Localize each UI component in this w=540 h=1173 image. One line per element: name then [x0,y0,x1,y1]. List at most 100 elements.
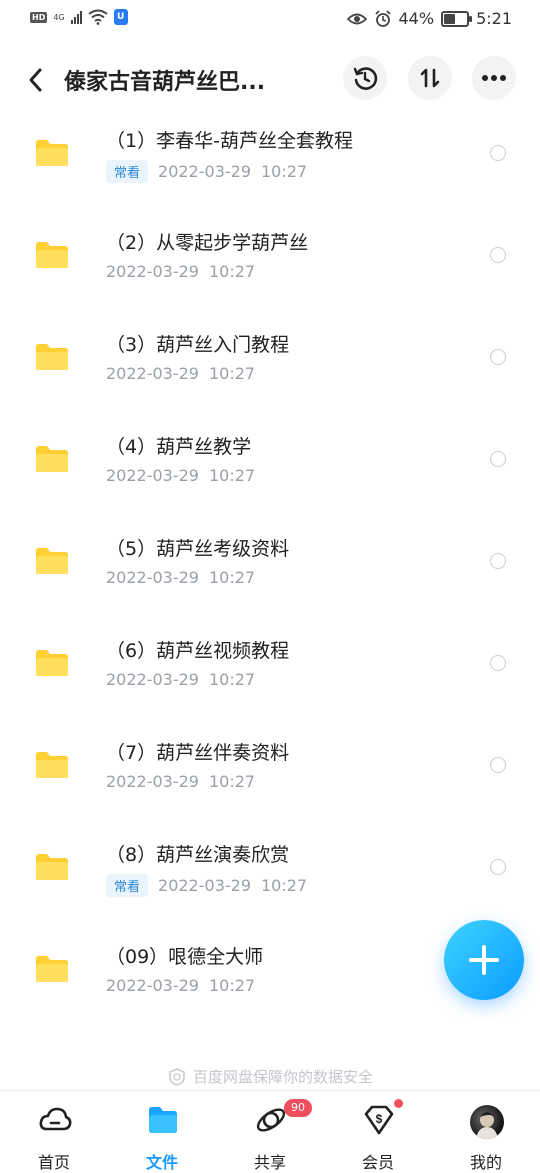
folder-time: 10:27 [208,262,256,281]
folder-time: 10:27 [208,976,256,995]
eye-icon [346,13,367,24]
vpn-shield-icon: U [113,9,128,25]
folder-meta: 2022-03-29 10:27 [106,670,255,689]
folder-row[interactable]: （2）从零起步学葫芦丝 2022-03-29 10:27 [0,220,540,322]
shield-icon [169,1067,185,1086]
folder-time: 10:27 [208,364,256,383]
folder-icon [36,548,68,574]
folder-icon [36,752,68,778]
wifi-icon [88,9,108,25]
vip-notification-dot [394,1099,403,1108]
folder-time: 10:27 [208,772,256,791]
svg-text:$: $ [376,1112,383,1126]
folder-meta: 2022-03-29 10:27 [106,466,255,485]
tab-files-label: 文件 [145,1153,178,1172]
battery-fill [444,13,455,24]
more-button[interactable] [472,56,516,100]
tab-share[interactable]: 90 共享 [216,1091,324,1172]
sort-button[interactable] [408,56,452,100]
folder-row[interactable]: （3）葫芦丝入门教程 2022-03-29 10:27 [0,322,540,424]
page-title: 傣家古音葫芦丝巴... [64,70,266,95]
avatar [470,1105,504,1139]
folder-name: （7）葫芦丝伴奏资料 [106,742,290,764]
alarm-icon [374,9,391,27]
folder-meta: 常看 2022-03-29 10:27 [106,160,307,183]
history-icon [353,67,378,90]
folder-icon [36,956,68,982]
folder-row[interactable]: （7）葫芦丝伴奏资料 2022-03-29 10:27 [0,730,540,832]
share-orbit-icon [256,1108,286,1132]
bottom-tab-bar: 首页 文件 90 共享 $ 会员 我的 [0,1090,540,1172]
folder-name: （5）葫芦丝考级资料 [106,538,290,560]
network-type: 4G [53,12,65,22]
folder-name: （3）葫芦丝入门教程 [106,334,290,356]
back-icon[interactable] [24,66,48,94]
tab-vip[interactable]: $ 会员 [324,1091,432,1172]
folder-time: 10:27 [261,876,308,895]
status-bar: HD 4G U 44% 5:21 [0,0,540,38]
frequent-tag: 常看 [106,160,149,183]
vip-diamond-icon: $ [364,1105,394,1135]
folder-meta: 2022-03-29 10:27 [106,262,255,281]
tab-me[interactable]: 我的 [432,1091,540,1172]
select-checkbox[interactable] [490,757,506,773]
folder-row[interactable]: （1）李春华-葫芦丝全套教程 常看 2022-03-29 10:27 [0,118,540,220]
folder-name: （8）葫芦丝演奏欣赏 [106,844,290,866]
folder-name: （09）哏德全大师 [106,946,264,968]
folder-name: （2）从零起步学葫芦丝 [106,232,309,254]
add-button[interactable] [444,920,524,1000]
folder-date: 2022-03-29 [158,162,251,181]
status-right: 44% 5:21 [346,9,512,28]
folder-row[interactable]: （6）葫芦丝视频教程 2022-03-29 10:27 [0,628,540,730]
signal-icon [70,10,82,24]
folder-name: （1）李春华-葫芦丝全套教程 [106,130,353,152]
tab-files[interactable]: 文件 [108,1091,216,1172]
folder-date: 2022-03-29 [158,876,251,895]
tab-me-label: 我的 [469,1153,502,1172]
tab-home-label: 首页 [37,1153,70,1172]
status-left: HD 4G U [30,9,128,25]
folder-row[interactable]: （5）葫芦丝考级资料 2022-03-29 10:27 [0,526,540,628]
folder-meta: 2022-03-29 10:27 [106,772,255,791]
hd-indicator: HD [30,11,48,23]
select-checkbox[interactable] [490,655,506,671]
security-text: 百度网盘保障你的数据安全 [192,1068,373,1086]
history-button[interactable] [343,56,387,100]
cloud-home-icon [39,1107,72,1131]
select-checkbox[interactable] [490,451,506,467]
header-bar: 傣家古音葫芦丝巴... [0,52,540,108]
share-badge: 90 [284,1099,312,1117]
plus-icon [469,945,499,975]
folder-time: 10:27 [208,670,256,689]
select-checkbox[interactable] [490,349,506,365]
folder-row[interactable]: （4）葫芦丝教学 2022-03-29 10:27 [0,424,540,526]
folder-icon [36,344,68,370]
folder-time: 10:27 [208,466,256,485]
folder-date: 2022-03-29 [106,976,199,995]
folder-name: （6）葫芦丝视频教程 [106,640,290,662]
folder-icon [36,854,68,880]
tab-vip-label: 会员 [361,1153,394,1172]
folder-icon [149,1107,177,1133]
folder-meta: 2022-03-29 10:27 [106,976,255,995]
folder-meta: 常看 2022-03-29 10:27 [106,874,307,897]
tab-home[interactable]: 首页 [0,1091,108,1172]
select-checkbox[interactable] [490,247,506,263]
select-checkbox[interactable] [490,145,506,161]
folder-date: 2022-03-29 [106,772,199,791]
folder-date: 2022-03-29 [106,262,199,281]
folder-time: 10:27 [208,568,256,587]
more-icon [482,75,506,81]
folder-date: 2022-03-29 [106,670,199,689]
select-checkbox[interactable] [490,859,506,875]
folder-icon [36,650,68,676]
sort-icon [420,68,440,88]
select-checkbox[interactable] [490,553,506,569]
battery-percent: 44% [398,9,435,28]
folder-date: 2022-03-29 [106,364,199,383]
folder-date: 2022-03-29 [106,568,199,587]
tab-share-label: 共享 [253,1153,286,1172]
folder-time: 10:27 [261,162,308,181]
folder-row[interactable]: （8）葫芦丝演奏欣赏 常看 2022-03-29 10:27 [0,832,540,934]
folder-meta: 2022-03-29 10:27 [106,364,255,383]
